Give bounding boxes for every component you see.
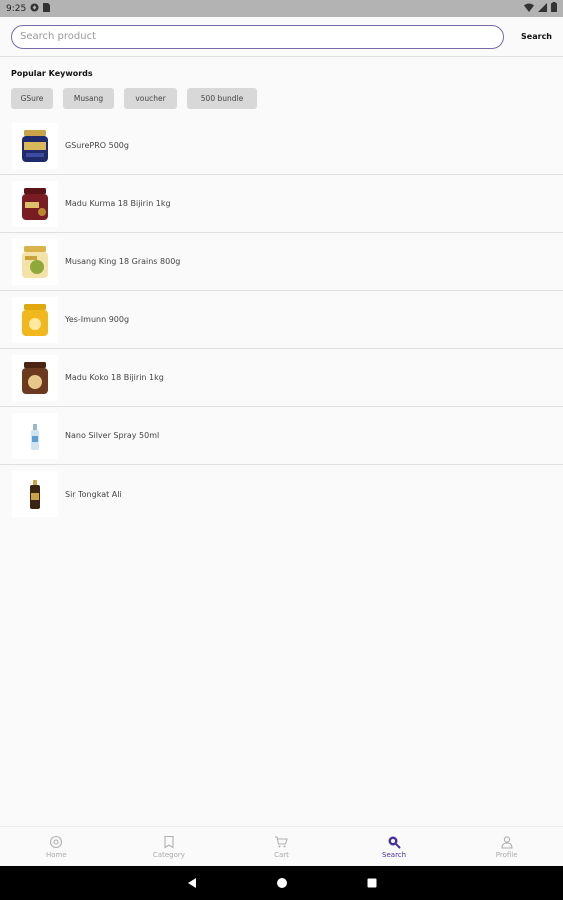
recents-icon[interactable] — [366, 877, 378, 889]
jar-maroon-icon — [22, 187, 48, 220]
nav-profile[interactable]: Profile — [450, 827, 563, 866]
profile-icon — [501, 835, 513, 849]
nav-home-label: Home — [45, 850, 67, 859]
product-name: Musang King 18 Grains 800g — [65, 257, 181, 266]
product-thumbnail — [12, 180, 58, 227]
battery-icon — [551, 2, 557, 15]
product-list: GSurePRO 500g Madu Kurma 18 Bijirin 1kg … — [0, 117, 563, 523]
product-thumbnail — [12, 122, 58, 169]
keyword-chip-gsure[interactable]: GSure — [11, 88, 53, 109]
status-bar: 9:25 — [0, 0, 563, 17]
product-thumbnail — [12, 471, 58, 517]
product-name: Madu Koko 18 Bijirin 1kg — [65, 373, 164, 382]
cart-icon — [275, 835, 289, 847]
search-input[interactable] — [11, 24, 504, 49]
jar-gold-green-icon — [22, 245, 48, 278]
product-thumbnail — [12, 412, 58, 459]
home-circle-icon[interactable] — [276, 877, 288, 889]
wifi-icon — [524, 3, 534, 15]
product-name: Madu Kurma 18 Bijirin 1kg — [65, 199, 171, 208]
product-row-sir-tongkat-ali[interactable]: Sir Tongkat Ali — [0, 465, 563, 523]
search-button[interactable]: Search — [521, 32, 552, 41]
back-icon[interactable] — [186, 877, 198, 889]
jar-brown-icon — [22, 361, 48, 394]
product-row-musang-king[interactable]: Musang King 18 Grains 800g — [0, 233, 563, 291]
nav-category-label: Category — [152, 850, 185, 859]
product-name: Yes-Imunn 900g — [65, 315, 130, 324]
bottom-navigation: Home Category Cart Search Profile — [0, 826, 563, 866]
system-navigation-bar — [0, 866, 563, 900]
spray-bottle-icon — [31, 423, 39, 450]
product-name: Sir Tongkat Ali — [65, 489, 122, 499]
nav-cart[interactable]: Cart — [225, 827, 338, 866]
cellular-signal-icon — [538, 2, 547, 15]
nav-profile-label: Profile — [495, 850, 518, 859]
popular-keywords-list: GSure Musang voucher 500 bundle — [11, 88, 257, 109]
product-row-yes-imunn[interactable]: Yes-Imunn 900g — [0, 291, 563, 349]
status-time: 9:25 — [6, 3, 27, 14]
nav-search[interactable]: Search — [338, 827, 451, 866]
amber-bottle-icon — [30, 480, 40, 509]
keyword-chip-500-bundle[interactable]: 500 bundle — [187, 88, 257, 109]
nav-search-label: Search — [382, 850, 407, 859]
product-row-madu-koko[interactable]: Madu Koko 18 Bijirin 1kg — [0, 349, 563, 407]
keyword-chip-voucher[interactable]: voucher — [124, 88, 177, 109]
nav-cart-label: Cart — [274, 850, 289, 859]
jar-navy-gold-icon — [22, 129, 48, 162]
popular-keywords-title: Popular Keywords — [11, 69, 93, 78]
nav-category[interactable]: Category — [113, 827, 226, 866]
product-thumbnail — [12, 296, 58, 343]
app-notification-icon — [30, 2, 39, 15]
product-row-gsurepro[interactable]: GSurePRO 500g — [0, 117, 563, 175]
sim-card-icon — [43, 2, 51, 15]
jar-yellow-icon — [22, 303, 48, 336]
product-name: GSurePRO 500g — [65, 141, 129, 150]
product-thumbnail — [12, 354, 58, 401]
search-bar: Search — [0, 17, 563, 57]
keyword-chip-musang[interactable]: Musang — [63, 88, 114, 109]
product-name: Nano Silver Spray 50ml — [65, 431, 160, 440]
product-thumbnail — [12, 238, 58, 285]
product-row-madu-kurma[interactable]: Madu Kurma 18 Bijirin 1kg — [0, 175, 563, 233]
nav-home[interactable]: Home — [0, 827, 113, 866]
home-icon — [50, 835, 63, 848]
category-icon — [164, 835, 174, 848]
product-row-nano-silver-spray[interactable]: Nano Silver Spray 50ml — [0, 407, 563, 465]
search-icon — [388, 836, 401, 848]
